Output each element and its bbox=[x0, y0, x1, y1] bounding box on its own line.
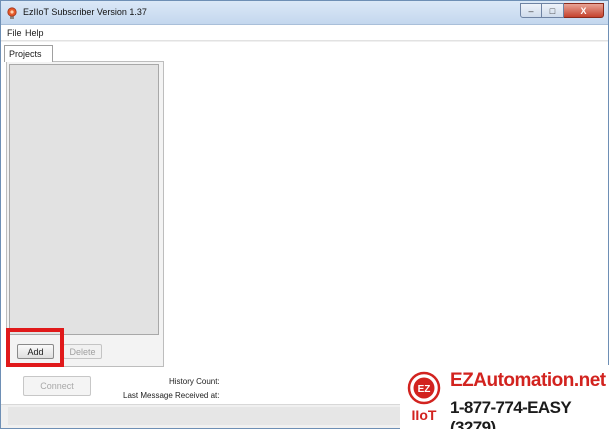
brand-phone: 1-877-774-EASY (3279) bbox=[450, 398, 571, 429]
status-field bbox=[8, 407, 402, 425]
ez-iiot-logo: EZ IIoT bbox=[407, 371, 441, 423]
main-content: Projects Add Delete Connect History Coun… bbox=[1, 42, 608, 404]
history-count-label: History Count: bbox=[169, 377, 220, 386]
menu-bar: File Help bbox=[1, 25, 608, 41]
menu-help[interactable]: Help bbox=[25, 28, 44, 38]
close-button[interactable]: X bbox=[564, 3, 604, 18]
app-icon bbox=[7, 7, 17, 19]
connect-button[interactable]: Connect bbox=[23, 376, 91, 396]
brand-banner: EZ IIoT EZAutomation.net 1-877-774-EASY … bbox=[400, 365, 609, 429]
menu-file[interactable]: File bbox=[7, 28, 22, 38]
title-bar[interactable]: EzIIoT Subscriber Version 1.37 – □ X bbox=[1, 1, 608, 25]
maximize-button[interactable]: □ bbox=[542, 3, 564, 18]
delete-project-button[interactable]: Delete bbox=[63, 344, 102, 359]
add-button-highlight bbox=[6, 328, 64, 367]
project-list[interactable] bbox=[9, 64, 159, 335]
window-controls: – □ X bbox=[520, 3, 604, 18]
brand-name: EZAutomation.net bbox=[450, 370, 606, 391]
minimize-button[interactable]: – bbox=[520, 3, 542, 18]
logo-iiot-text: IIoT bbox=[412, 407, 437, 423]
window-title: EzIIoT Subscriber Version 1.37 bbox=[23, 7, 147, 17]
tab-projects[interactable]: Projects bbox=[4, 45, 53, 62]
logo-ez-text: EZ bbox=[418, 384, 431, 395]
last-message-label: Last Message Received at: bbox=[123, 391, 220, 400]
